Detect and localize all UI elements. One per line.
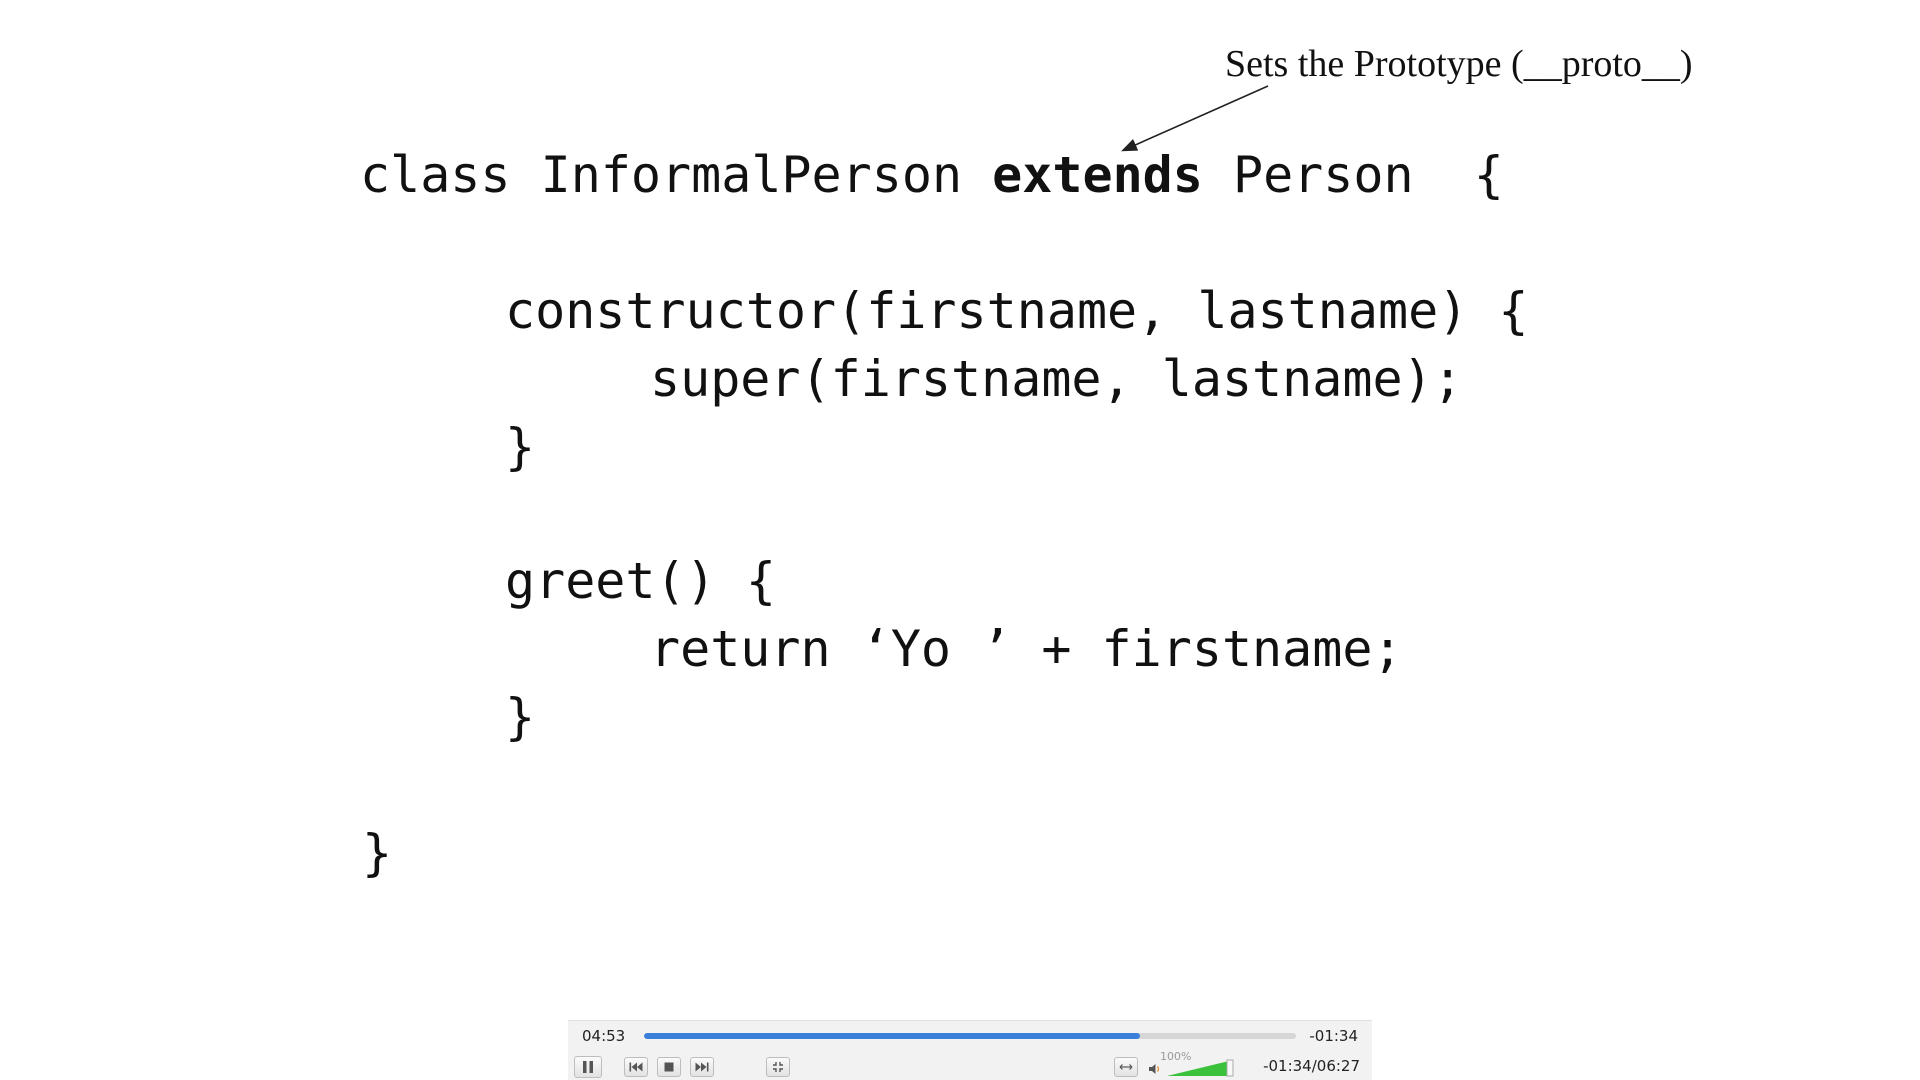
pause-button[interactable] [574, 1056, 602, 1078]
fullscreen-exit-icon [773, 1062, 783, 1072]
greet-close-brace: } [505, 688, 536, 746]
media-controls: 04:53 -01:34 100% -01:34/06:27 [568, 1020, 1372, 1080]
fullscreen-button[interactable] [766, 1057, 790, 1077]
aspect-ratio-button[interactable] [1114, 1057, 1138, 1077]
previous-button[interactable] [624, 1057, 648, 1077]
aspect-ratio-icon [1119, 1064, 1133, 1070]
speaker-icon[interactable] [1148, 1062, 1162, 1076]
code-block: class InformalPerson extends Person { co… [0, 0, 1920, 1000]
return-statement-line: return ‘Yo ’ + firstname; [650, 620, 1403, 678]
extends-keyword: extends [992, 146, 1203, 204]
super-call-line: super(firstname, lastname); [650, 350, 1463, 408]
greet-method-line: greet() { [505, 552, 776, 610]
seek-progress [644, 1033, 1140, 1039]
constructor-line: constructor(firstname, lastname) { [505, 282, 1529, 340]
remaining-total-time: -01:34/06:27 [1263, 1057, 1360, 1075]
constructor-close-brace: } [505, 418, 536, 476]
class-declaration-prefix: class InformalPerson [360, 146, 993, 204]
class-close-brace: } [362, 824, 393, 882]
skip-next-icon [695, 1062, 709, 1072]
stop-icon [664, 1062, 674, 1072]
next-button[interactable] [690, 1057, 714, 1077]
stop-button[interactable] [657, 1057, 681, 1077]
seek-bar[interactable] [644, 1033, 1296, 1039]
skip-previous-icon [629, 1062, 643, 1072]
volume-slider[interactable] [1165, 1058, 1235, 1078]
elapsed-time: 04:53 [582, 1027, 626, 1045]
remaining-time: -01:34 [1309, 1027, 1358, 1045]
video-frame: Sets the Prototype (__proto__) class Inf… [0, 0, 1920, 1080]
pause-icon [583, 1061, 593, 1073]
class-declaration-suffix: Person { [1202, 146, 1504, 204]
class-declaration-line: class InformalPerson extends Person { [360, 150, 1504, 200]
